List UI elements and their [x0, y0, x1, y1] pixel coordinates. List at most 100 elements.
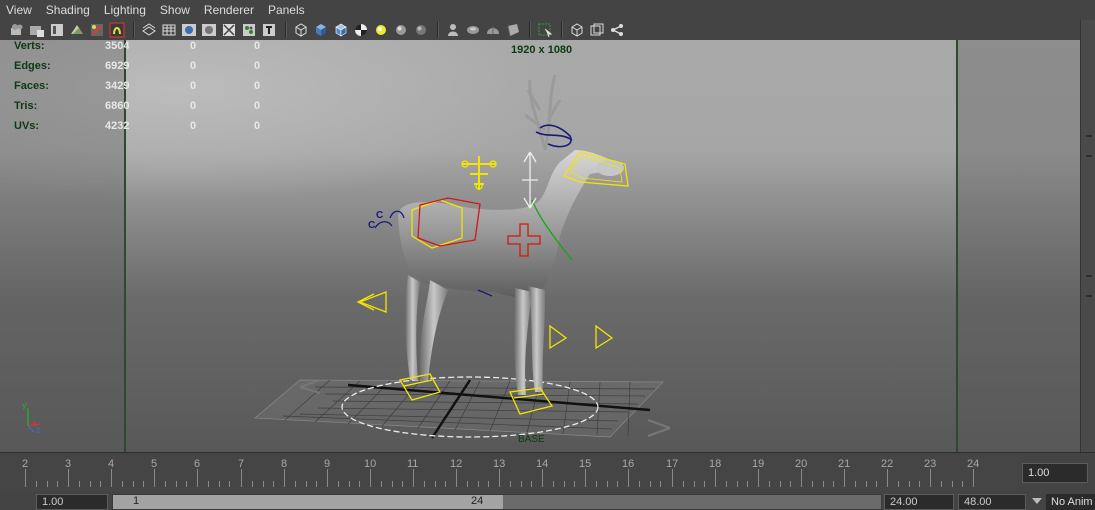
- default-material-icon[interactable]: [200, 22, 217, 38]
- svg-text:C: C: [368, 220, 375, 231]
- backface-icon[interactable]: [504, 22, 521, 38]
- range-slider-bar: 1.00 1 24 24.00 48.00 No Anim: [0, 492, 1095, 510]
- hud-label: Tris:: [14, 100, 38, 112]
- time-tick-label: 18: [709, 458, 722, 470]
- hud-value: 0: [254, 120, 261, 132]
- time-minor-tick: [790, 481, 791, 487]
- menu-renderer[interactable]: Renderer: [197, 3, 261, 17]
- time-minor-tick: [639, 481, 640, 487]
- menu-view[interactable]: View: [0, 3, 39, 17]
- xray-icon[interactable]: [220, 22, 237, 38]
- range-slider[interactable]: 1 24: [112, 494, 882, 510]
- time-minor-tick: [100, 481, 101, 487]
- end-time-field[interactable]: 48.00: [958, 494, 1026, 510]
- shadows-icon[interactable]: [412, 22, 429, 38]
- time-tick: [284, 469, 285, 487]
- time-minor-tick: [381, 481, 382, 487]
- time-minor-tick: [769, 481, 770, 487]
- hud-value: 6929: [105, 60, 130, 72]
- scroll-mark: [1086, 275, 1092, 277]
- shaded-cube-icon[interactable]: [312, 22, 329, 38]
- camera-icon[interactable]: [8, 22, 25, 38]
- time-minor-tick: [316, 481, 317, 487]
- time-minor-tick: [747, 481, 748, 487]
- time-minor-tick: [219, 481, 220, 487]
- panel-scroll-strip[interactable]: [1080, 20, 1095, 452]
- time-minor-tick: [531, 481, 532, 487]
- current-frame-field[interactable]: 1.00: [1022, 463, 1088, 483]
- time-minor-tick: [338, 481, 339, 487]
- hud-value: 0: [190, 100, 197, 112]
- scroll-mark: [1086, 295, 1092, 297]
- hud-value: 0: [254, 40, 261, 52]
- grid-toggle-icon[interactable]: [88, 22, 105, 38]
- range-slider-handle[interactable]: 1 24: [113, 495, 503, 509]
- playback-end-field[interactable]: 24.00: [884, 494, 954, 510]
- start-time-field[interactable]: 1.00: [36, 494, 108, 510]
- wireframe-icon[interactable]: [140, 22, 157, 38]
- menu-show[interactable]: Show: [153, 3, 197, 17]
- hud-value: 0: [254, 60, 261, 72]
- single-view-icon[interactable]: [568, 22, 585, 38]
- camera-attributes-icon[interactable]: [28, 22, 45, 38]
- share-icon[interactable]: [608, 22, 625, 38]
- time-slider[interactable]: 2 3 4 5 6 7 8 9 10 11 12 13 14 15 16 17 18 19 20 21 22 23 24 1…: [0, 452, 1095, 493]
- time-minor-tick: [435, 481, 436, 487]
- deer-mesh[interactable]: [398, 74, 624, 395]
- smooth-shade-icon[interactable]: [160, 22, 177, 38]
- four-view-icon[interactable]: [588, 22, 605, 38]
- default-lighting-icon[interactable]: [372, 22, 389, 38]
- time-tick-label: 8: [281, 458, 288, 470]
- hud-value: 3429: [105, 80, 130, 92]
- time-minor-tick: [478, 481, 479, 487]
- checker-texture-icon[interactable]: [352, 22, 369, 38]
- svg-text:BASE: BASE: [518, 434, 545, 445]
- bookmark-icon[interactable]: [48, 22, 65, 38]
- time-tick-label: 19: [752, 458, 765, 470]
- time-tick: [887, 469, 888, 487]
- shade-wireframe-icon[interactable]: [180, 22, 197, 38]
- time-tick: [68, 469, 69, 487]
- select-camera-icon[interactable]: [536, 22, 553, 38]
- time-minor-tick: [165, 481, 166, 487]
- textured-icon[interactable]: [240, 22, 257, 38]
- hud-value: 0: [190, 120, 197, 132]
- time-minor-tick: [133, 481, 134, 487]
- time-tick-label: 12: [450, 458, 463, 470]
- time-tick-label: 17: [666, 458, 679, 470]
- xray-joints-icon[interactable]: [464, 22, 481, 38]
- svg-text:y: y: [22, 400, 27, 410]
- isolate-select-icon[interactable]: [444, 22, 461, 38]
- anim-layer-menu[interactable]: No Anim: [1046, 494, 1095, 510]
- resolution-gate-label: 1920 x 1080: [511, 44, 573, 56]
- time-minor-tick: [510, 481, 511, 487]
- svg-text:C: C: [376, 210, 383, 221]
- toolbar-separator: [561, 22, 563, 38]
- toolbar-separator: [133, 22, 135, 38]
- shaded-wire-cube-icon[interactable]: [332, 22, 349, 38]
- time-minor-tick: [660, 481, 661, 487]
- film-gate-icon[interactable]: [108, 22, 125, 38]
- time-tick: [327, 469, 328, 487]
- image-plane-icon[interactable]: [68, 22, 85, 38]
- time-minor-tick: [273, 481, 274, 487]
- time-minor-tick: [855, 481, 856, 487]
- time-tick: [801, 469, 802, 487]
- time-minor-tick: [57, 481, 58, 487]
- chevron-down-icon[interactable]: [1032, 498, 1042, 504]
- time-minor-tick: [295, 481, 296, 487]
- hud-value: 0: [190, 60, 197, 72]
- time-ruler[interactable]: 2 3 4 5 6 7 8 9 10 11 12 13 14 15 16 17 18 19 20 21 22 23 24: [0, 453, 1018, 491]
- menu-lighting[interactable]: Lighting: [97, 3, 153, 17]
- perspective-viewport[interactable]: C C BASE y x z Verts: 3504 0 0 Edges: 69…: [0, 40, 1080, 452]
- menu-shading[interactable]: Shading: [39, 3, 97, 17]
- text-icon[interactable]: [260, 22, 277, 38]
- time-tick: [241, 469, 242, 487]
- menu-panels[interactable]: Panels: [261, 3, 312, 17]
- time-minor-tick: [143, 481, 144, 487]
- time-minor-tick: [359, 481, 360, 487]
- wireframe-cube-icon[interactable]: [292, 22, 309, 38]
- smooth-mesh-icon[interactable]: [484, 22, 501, 38]
- all-lights-icon[interactable]: [392, 22, 409, 38]
- time-tick: [672, 469, 673, 487]
